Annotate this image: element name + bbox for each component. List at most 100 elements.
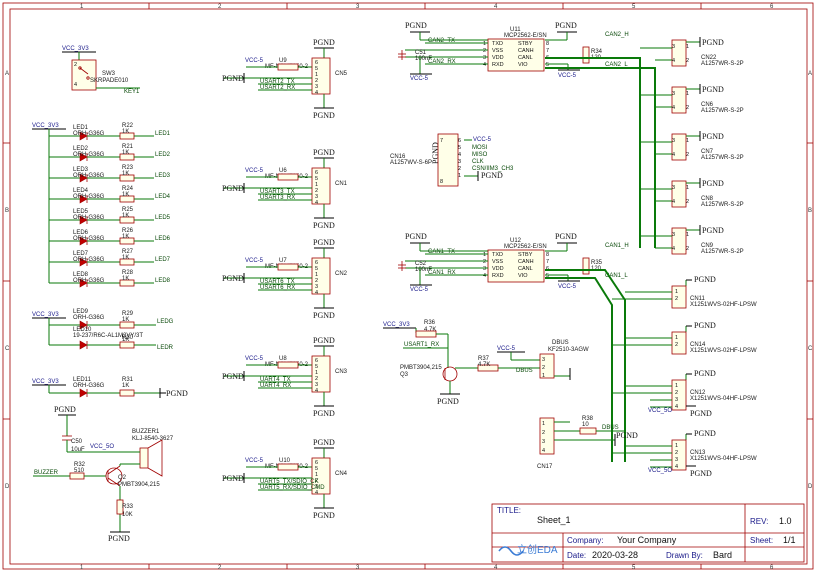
buzzer1-part: KLJ-8540-3627 — [132, 436, 174, 442]
power-label-vcc5: VCC-5 — [245, 58, 264, 64]
pgnd-q3: PGND — [437, 397, 459, 406]
led-part: ORH-G36G — [73, 152, 105, 158]
can-conn-part: A1257WR-S-2P — [701, 202, 744, 208]
pgnd-usart-bottom: PGND — [313, 511, 335, 520]
x125-pin: 4 — [675, 464, 678, 470]
led-resistor-value: 1K — [122, 129, 129, 135]
svg-text:4: 4 — [458, 152, 461, 158]
x125-pin: 3 — [675, 457, 678, 463]
pgnd-usart-left: PGND — [222, 184, 244, 193]
can-conn-pin: 1 — [686, 138, 689, 144]
x125-pin: 2 — [675, 296, 678, 302]
led-net-label: LED7 — [155, 257, 171, 263]
pgnd-usart-top: PGND — [313, 148, 335, 157]
fuse-symbol — [277, 173, 299, 181]
x125-pin: 3 — [675, 397, 678, 403]
title-label: TITLE: — [497, 506, 521, 515]
x125-part: X1251WVS-02HF-LPSW — [690, 302, 757, 308]
pgnd-usart-top: PGND — [313, 438, 335, 447]
svg-text:3: 3 — [542, 357, 545, 363]
can-ic-pin-left: VSS — [492, 48, 503, 54]
power-label-vcc33: VCC_3V3 — [62, 46, 89, 52]
led-rg-group: VCC_3V3 LED9 ORH-G36G LED10 19-237/R6C-A… — [32, 309, 174, 351]
connector-ref: CN2 — [335, 271, 348, 277]
led-resistor-value: 1K — [122, 213, 129, 219]
net-buzzer: BUZZER — [34, 470, 59, 476]
can-ic-pin-left: VSS — [492, 259, 503, 265]
spi-pin-clk: CLK — [472, 159, 484, 165]
pgnd-usart-bottom: PGND — [313, 221, 335, 230]
connector-ref: CN1 — [335, 181, 348, 187]
can-conn-pin: 2 — [686, 105, 689, 111]
pgnd-x125: PGND — [694, 275, 716, 284]
pgnd-usart-left: PGND — [222, 274, 244, 283]
net-ledg: LEDG — [157, 319, 174, 325]
pgnd-can-conn: PGND — [702, 85, 724, 94]
sw3-ref: SW3 — [102, 71, 116, 77]
pgnd-cn17: PGND — [616, 431, 638, 440]
frame-col-label-bottom: 1 — [80, 565, 84, 571]
can-conn-pin: 4 — [672, 152, 675, 158]
led9-part: ORH-G36G — [73, 315, 105, 321]
connector-pin-number: 4 — [315, 90, 318, 96]
fuse-symbol — [277, 263, 299, 271]
can-ic-pin-num-right: 8 — [546, 41, 549, 47]
can-ic-pin-right: VIO — [518, 62, 528, 68]
power-label-vcc5o-buzzer: VCC_5O — [90, 444, 114, 450]
led-resistor-value: 1K — [122, 171, 129, 177]
power-label-vcc5: VCC-5 — [245, 258, 264, 264]
can-conn-part: A1257WR-S-2P — [701, 155, 744, 161]
easyeda-logo: 立创EDA — [498, 543, 558, 556]
power-label-vcc33-led11: VCC_3V3 — [32, 379, 59, 385]
r32-val: 510 — [74, 468, 85, 474]
can-conn-pin: 4 — [672, 58, 675, 64]
svg-text:2: 2 — [542, 430, 545, 436]
led-resistor-value: 1K — [122, 234, 129, 240]
sheet-label: Sheet: — [750, 536, 773, 545]
q3-ref: Q3 — [400, 372, 409, 378]
svg-text:3: 3 — [542, 439, 545, 445]
pgnd-can-conn: PGND — [702, 38, 724, 47]
led-net-label: LED2 — [155, 152, 171, 158]
led-net-label: LED1 — [155, 131, 171, 137]
frame-row-label-right: C — [808, 346, 813, 352]
can-ic-pin-num-left: 3 — [483, 55, 486, 61]
x125-pin: 1 — [675, 443, 678, 449]
dbus-inverter: VCC_3V3 R36 4.7K USART1_RX PMBT3904,215 … — [383, 320, 589, 406]
r30-val: 1K — [122, 337, 129, 343]
usart-connectors: PGNDVCC-5U9MF-NSMF050-2651234CN5PGNDUSAR… — [222, 38, 348, 520]
title-value: Sheet_1 — [537, 515, 571, 525]
frame-col-label-bottom: 3 — [356, 565, 360, 571]
company-label: Company: — [567, 536, 603, 545]
c50-val: 10uF — [71, 447, 85, 453]
can-ic-pin-right: CANL — [518, 55, 533, 61]
power-label-vcc5o: VCC_5O — [648, 468, 672, 474]
power-label-vcc5-vio: VCC-5 — [558, 73, 577, 79]
pgnd-x125: PGND — [694, 429, 716, 438]
connector-ref: CN5 — [335, 71, 348, 77]
x125-pin: 1 — [675, 289, 678, 295]
power-label-vcc33-rg: VCC_3V3 — [32, 312, 59, 318]
connector-pin-number: 4 — [315, 290, 318, 296]
can-ic-part: MCP2562-E/SN — [504, 244, 547, 250]
x125-part: X1251WVS-04HF-LPSW — [690, 396, 757, 402]
svg-text:7: 7 — [440, 138, 443, 144]
led-part: ORH-G36G — [73, 194, 105, 200]
pgnd-usart-top: PGND — [313, 238, 335, 247]
svg-text:1: 1 — [542, 421, 545, 427]
can-conn-pin: 3 — [672, 91, 675, 97]
can-ic-pin-right: STBY — [518, 41, 533, 47]
pgnd-buzzer-top: PGND — [54, 405, 76, 414]
can-conn-pin: 3 — [672, 44, 675, 50]
can-ic-pin-left: TXD — [492, 252, 503, 258]
switch-sw3: VCC_3V3 2 4 SW3 SKRPADE010 KEY1 — [62, 46, 140, 95]
can-conn-part: A1257WR-S-2P — [701, 108, 744, 114]
led-array: VCC_3V3 LED1ORH-G36GR221K LED1LED2ORH-G36… — [32, 123, 171, 288]
spi-pin-miso: MISO — [472, 152, 488, 158]
can-ic-pin-right: STBY — [518, 252, 533, 258]
led-part: ORH-G36G — [73, 236, 105, 242]
pgnd-usart-top: PGND — [313, 38, 335, 47]
cn17-connector: 12 34 CN17 R38 10 DBUS PGND — [537, 416, 638, 470]
led-resistor-value: 1K — [122, 276, 129, 282]
frame-row-label-left: C — [5, 346, 10, 352]
